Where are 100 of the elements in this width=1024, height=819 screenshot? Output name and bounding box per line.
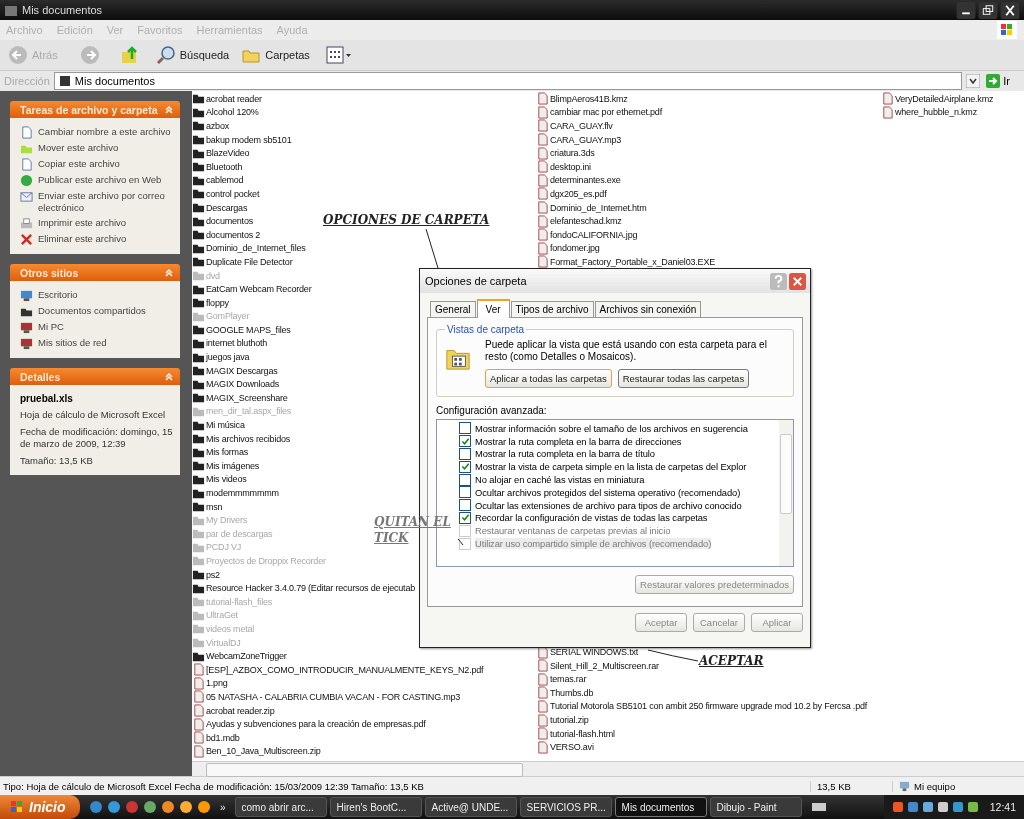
checkbox[interactable] xyxy=(459,435,471,448)
tab[interactable]: Tipos de archivo xyxy=(510,301,594,317)
tab[interactable]: General xyxy=(430,301,476,317)
apply-view-button[interactable]: Aplicar a todas las carpetas xyxy=(485,369,612,388)
file-item[interactable]: MAGIX Downloads xyxy=(192,377,280,392)
task-link[interactable]: Cambiar nombre a este archivo xyxy=(38,126,171,138)
task-link[interactable]: Escritorio xyxy=(38,289,78,301)
file-item[interactable]: VERSO.avi xyxy=(536,740,594,754)
file-item[interactable]: cablemod xyxy=(192,173,244,188)
task-link[interactable]: Mis sitios de red xyxy=(38,337,107,349)
file-item[interactable]: Ayudas y subvenciones para la creación de empresas.pdf xyxy=(192,717,426,731)
file-item[interactable]: [ESP]_AZBOX_COMO_INTRODUCIR_MANUALMENTE_KEYS_N2.pdf xyxy=(192,662,484,677)
file-item[interactable]: ps2 xyxy=(192,567,220,582)
file-item[interactable]: 05 NATASHA - CALABRIA CUMBIA VACAN - FOR CASTING.mp3 xyxy=(192,690,461,704)
file-item[interactable]: determinantes.exe xyxy=(536,173,621,188)
file-item[interactable]: Silent_Hill_2_Multiscreen.rar xyxy=(536,658,659,673)
horizontal-scrollbar[interactable] xyxy=(192,761,1024,776)
start-button[interactable]: Inicio xyxy=(0,795,80,819)
chevron-icon[interactable] xyxy=(164,104,174,115)
checkbox[interactable] xyxy=(459,486,471,499)
file-item[interactable]: juegos java xyxy=(192,350,250,364)
close-icon[interactable] xyxy=(1000,1,1020,19)
task-link[interactable]: Copiar este archivo xyxy=(38,158,120,170)
file-item[interactable]: Dominio_de_Internet_files xyxy=(192,241,306,256)
setting-label[interactable]: Mostrar información sobre el tamaño de los archivos en sugerencia xyxy=(475,422,748,434)
file-item[interactable]: floppy xyxy=(192,295,229,310)
chevron-icon[interactable] xyxy=(164,371,174,382)
file-item[interactable]: CARA_GUAY.flv xyxy=(536,119,613,133)
file-item[interactable]: Thumbs.db xyxy=(536,686,594,700)
file-item[interactable]: acrobat reader xyxy=(192,92,262,106)
checkbox[interactable] xyxy=(459,511,471,524)
taskbar-button[interactable]: como abrir arc... xyxy=(234,797,327,817)
file-item[interactable]: elefanteschad.kmz xyxy=(536,214,622,228)
setting-label[interactable]: Ocultar las extensiones de archivo para tipos de archivo conocido xyxy=(475,499,742,511)
taskbar-button[interactable]: Active@ UNDE... xyxy=(424,797,517,817)
task-link[interactable]: Eliminar este archivo xyxy=(38,233,127,245)
dropdown-icon[interactable] xyxy=(966,74,981,88)
tray-icon[interactable] xyxy=(951,801,964,813)
setting-label[interactable]: Mostrar la vista de carpeta simple en la lista de carpetas del Explor xyxy=(475,461,747,473)
file-item[interactable]: msn xyxy=(192,499,223,514)
quick-launch-icon[interactable] xyxy=(197,800,211,814)
keyboard-icon[interactable] xyxy=(810,801,827,813)
address-field[interactable]: Mis documentos xyxy=(53,72,963,90)
search-button[interactable]: Búsqueda xyxy=(153,45,232,65)
checkbox[interactable] xyxy=(459,448,471,460)
restore-icon[interactable] xyxy=(978,1,998,19)
file-item[interactable]: tutorial-flash.html xyxy=(536,726,615,741)
file-item[interactable]: where_hubble_n.kmz xyxy=(881,105,977,120)
file-item[interactable]: desktop.ini xyxy=(536,159,591,174)
file-item[interactable]: MAGIX_Screenshare xyxy=(192,391,288,405)
file-item[interactable]: Format_Factory_Portable_x_Daniel03.EXE xyxy=(536,255,715,269)
file-item[interactable]: control pocket xyxy=(192,187,260,201)
file-item[interactable]: Mis formas xyxy=(192,445,248,460)
file-item[interactable]: MAGIX Descargas xyxy=(192,363,278,378)
file-item[interactable]: VeryDetailedAirplane.kmz xyxy=(881,92,994,106)
checkbox[interactable] xyxy=(459,460,471,473)
file-item[interactable]: EatCam Webcam Recorder xyxy=(192,282,312,296)
file-item[interactable]: internet bluthoth xyxy=(192,336,268,351)
file-item[interactable]: criatura.3ds xyxy=(536,146,595,160)
file-item[interactable]: Mi música xyxy=(192,418,245,432)
task-link[interactable]: Documentos compartidos xyxy=(38,305,146,317)
file-item[interactable]: CARA_GUAY.mp3 xyxy=(536,132,622,147)
file-item[interactable]: Tutorial Motorola SB5101 con ambit 250 firmware upgrade mod 10.2 by Fercsa .pdf xyxy=(536,699,868,714)
setting-label[interactable]: No alojar en caché las vistas en miniatura xyxy=(475,474,645,486)
file-item[interactable]: documentos xyxy=(192,214,254,228)
file-item[interactable]: Mis imágenes xyxy=(192,459,260,473)
taskbar-button[interactable]: Mis documentos xyxy=(614,797,707,817)
quick-launch-icon[interactable] xyxy=(89,800,103,814)
file-item[interactable]: Resource Hacker 3.4.0.79 (Editar recursos de ejecutab xyxy=(192,581,415,595)
apply-view-button[interactable]: Restaurar todas las carpetas xyxy=(617,369,750,388)
file-item[interactable]: fondoCALIFORNIA.jpg xyxy=(536,227,638,242)
views-icon[interactable] xyxy=(325,46,352,64)
checkbox[interactable] xyxy=(459,422,471,435)
file-item[interactable]: cambiar mac por ethernet.pdf xyxy=(536,105,662,120)
file-item[interactable]: Duplicate File Detector xyxy=(192,255,293,269)
setting-label[interactable]: Mostrar la ruta completa en la barra de título xyxy=(475,448,655,460)
file-item[interactable]: GOOGLE MAPS_files xyxy=(192,323,291,337)
vertical-scrollbar[interactable] xyxy=(779,420,793,566)
file-item[interactable]: Ben_10_Java_Multiscreen.zip xyxy=(192,744,321,759)
quick-launch-icon[interactable] xyxy=(179,800,193,814)
tab[interactable]: Ver xyxy=(476,299,510,318)
quick-launch-icon[interactable] xyxy=(161,800,175,814)
file-item[interactable]: bd1.mdb xyxy=(192,730,240,745)
tray-icon[interactable] xyxy=(936,801,949,813)
setting-label[interactable]: Recordar la configuración de vistas de todas las carpetas xyxy=(475,512,708,524)
taskbar-button[interactable]: Dibujo - Paint xyxy=(709,797,802,817)
quick-launch-icon[interactable] xyxy=(107,800,121,814)
checkbox[interactable] xyxy=(459,499,471,512)
quick-launch-icon[interactable] xyxy=(143,800,157,814)
minimize-icon[interactable] xyxy=(956,1,976,19)
tray-icon[interactable] xyxy=(966,801,979,813)
file-item[interactable]: BlazeVideo xyxy=(192,146,250,160)
file-item[interactable]: azbox xyxy=(192,119,230,133)
file-item[interactable]: 1.png xyxy=(192,676,228,691)
folders-button[interactable]: Carpetas xyxy=(239,45,312,65)
taskbar-button[interactable]: Hiren's BootC... xyxy=(329,797,422,817)
file-item[interactable]: Mis archivos recibidos xyxy=(192,431,291,446)
file-item[interactable]: Dominio_de_Internet.htm xyxy=(536,200,647,215)
tab[interactable]: Archivos sin conexión xyxy=(594,301,702,317)
file-item[interactable]: documentos 2 xyxy=(192,227,261,242)
